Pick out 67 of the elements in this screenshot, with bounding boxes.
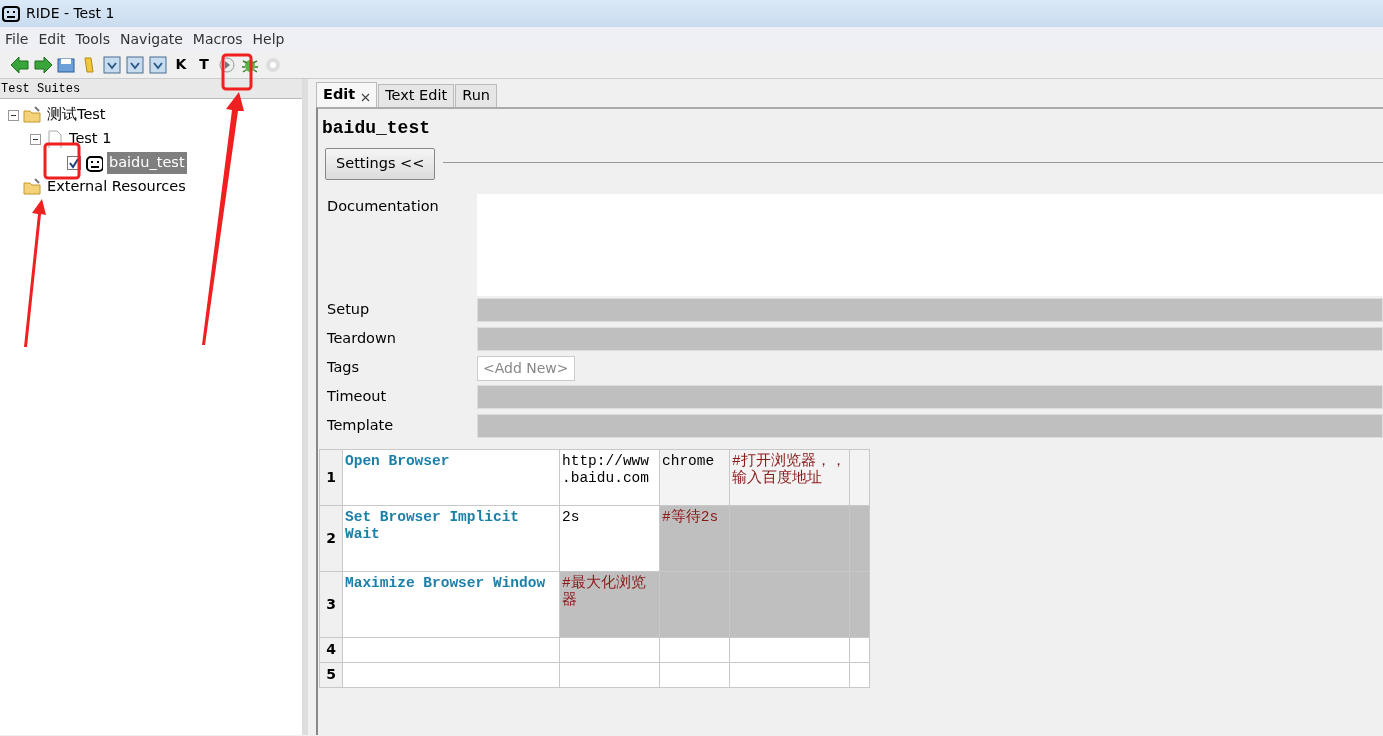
input-field[interactable] [477,414,1383,439]
input-field[interactable] [477,327,1383,352]
table-cell[interactable] [659,571,730,638]
field-label: Teardown [327,329,398,349]
table-cell[interactable] [559,637,660,663]
row-number: 5 [319,662,343,688]
table-cell[interactable]: Maximize Browser Window [342,571,560,638]
table-cell[interactable] [342,637,560,663]
tree-item[interactable]: baidu_test [107,152,187,174]
row-number: 3 [319,571,343,638]
menu-item[interactable]: Navigate [115,28,188,50]
save-icon[interactable] [148,54,168,75]
toolbar-button[interactable]: K [171,54,191,75]
app-icon [2,4,20,23]
row-number: 2 [319,505,343,572]
add-tag-button[interactable]: <Add New> [477,355,575,381]
panel-title: Test Suites [0,79,302,99]
input-field[interactable] [477,298,1383,323]
table-cell[interactable]: Set Browser Implicit Wait [342,505,560,572]
menu-item[interactable]: Edit [33,28,71,50]
field-label: Documentation [327,196,440,216]
menu-item[interactable]: Help [247,28,290,50]
table-cell[interactable] [729,637,850,663]
table-cell[interactable]: Open Browser [342,449,560,506]
save-icon[interactable] [102,54,122,75]
tree-item[interactable]: 测试Test [45,104,108,126]
tree-item[interactable]: External Resources [45,176,188,198]
save-icon[interactable] [125,54,145,75]
robot-icon [85,154,103,172]
play-icon[interactable] [217,54,237,75]
input-field[interactable] [477,385,1383,410]
table-cell[interactable] [729,662,850,688]
back-arrow-icon[interactable] [10,54,30,75]
tab[interactable]: Edit [316,82,378,107]
tab[interactable]: Text Edit [378,84,455,107]
field-label: Setup [327,300,371,320]
tab[interactable]: Run [455,84,497,107]
field-label: Timeout [327,387,388,407]
close-icon[interactable] [361,92,371,102]
table-cell[interactable]: chrome [659,449,730,506]
field-label: Template [327,416,395,436]
menu-item[interactable]: Tools [70,28,116,50]
table-cell[interactable]: #打开浏览器，，输入百度地址 [729,449,850,506]
toolbar-button[interactable]: T [194,54,214,75]
tree-item[interactable]: Test 1 [67,128,114,150]
expander-icon[interactable] [30,133,41,145]
table-cell[interactable]: http://www.baidu.com [559,449,660,506]
settings-button[interactable]: Settings << [325,148,436,180]
table-cell[interactable] [729,505,850,572]
row-number: 1 [319,449,343,506]
table-cell[interactable] [849,449,870,506]
field-label: Tags [327,358,361,378]
menu-item[interactable]: File [0,28,34,50]
table-cell[interactable] [729,571,850,638]
menu-item[interactable]: Macros [187,28,248,50]
table-cell[interactable]: 2s [559,505,660,572]
test-name: baidu_test [321,117,432,140]
annotation-box [221,53,253,91]
annotation-box [43,142,81,180]
row-number: 4 [319,637,343,663]
table-cell[interactable] [559,662,660,688]
expander-icon[interactable] [8,109,19,121]
table-cell[interactable]: #等待2s [659,505,730,572]
table-cell[interactable] [342,662,560,688]
window-title: RIDE - Test 1 [26,4,115,23]
table-cell[interactable]: #最大化浏览器 [559,571,660,638]
forward-arrow-icon[interactable] [33,54,53,75]
